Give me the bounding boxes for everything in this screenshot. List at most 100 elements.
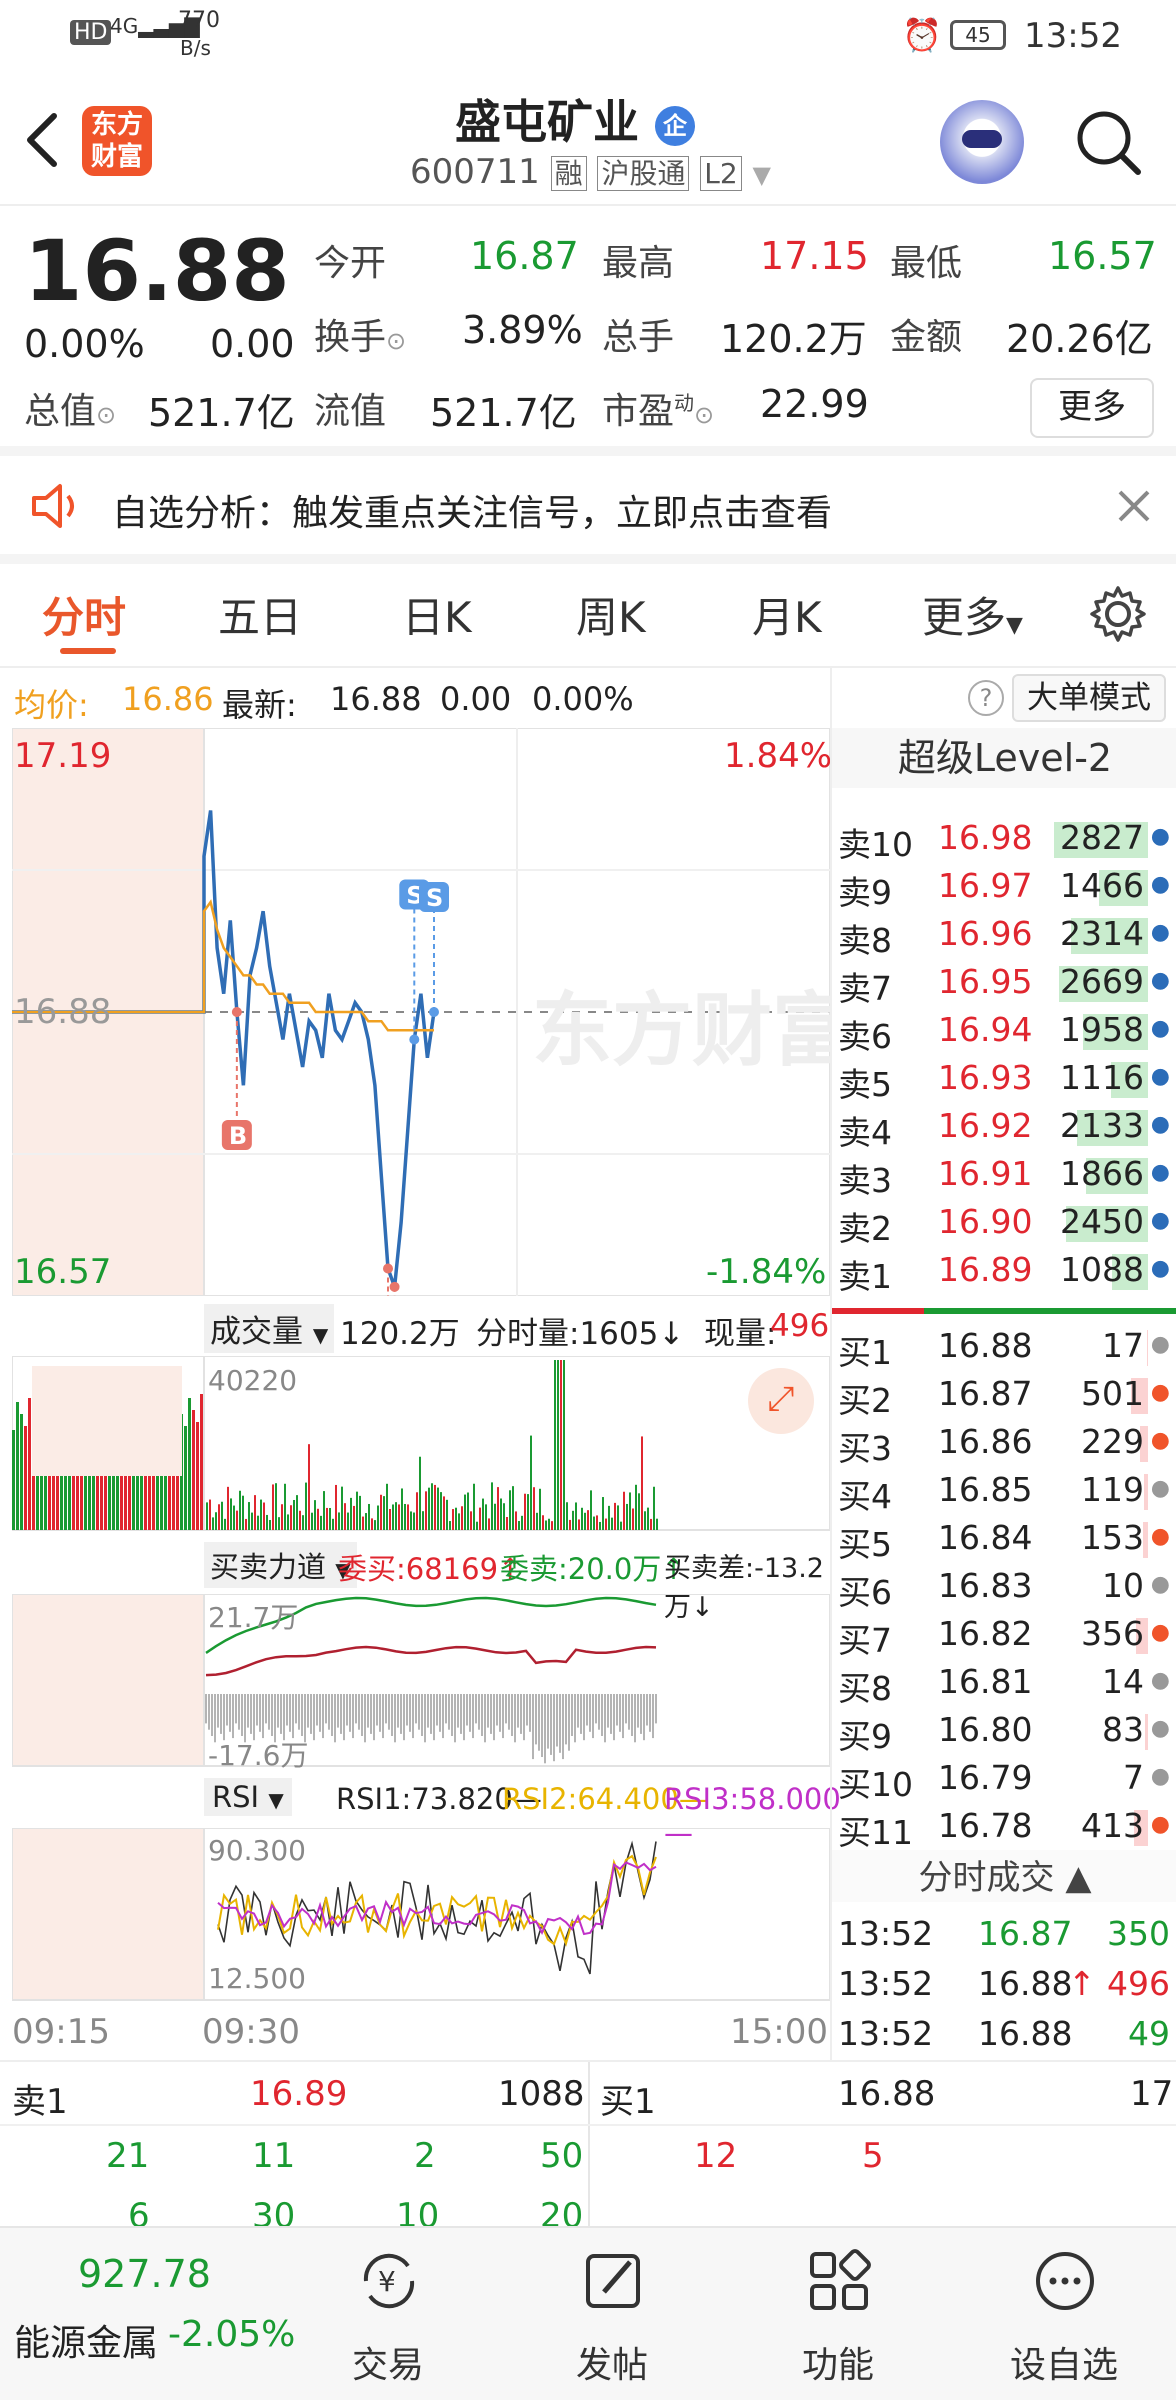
volume-chart[interactable] [12,1356,832,1532]
volume-bar [551,1521,553,1530]
trade-row: 13:52 16.88 49 [832,2010,1176,2058]
dot-icon: ● [1150,1476,1170,1501]
volume-bar [12,1430,15,1530]
bid-row[interactable]: 买9 16.80 83 ● [832,1706,1176,1756]
bid-row[interactable]: 买4 16.85 119 ● [832,1466,1176,1516]
settings-gear-icon[interactable] [1088,584,1148,644]
volume-bar [650,1518,652,1530]
tab-daily-k[interactable]: 日K [402,584,472,645]
stock-header: 东方 财富 盛屯矿业 企 600711 融 沪股通 L2 ▼ [0,72,1176,206]
tab-intraday[interactable]: 分时 [42,584,126,645]
level2-title[interactable]: 超级Level-2 [832,728,1176,788]
network-type-badge: HD [70,20,112,45]
bid-row[interactable]: 买7 16.82 356 ● [832,1610,1176,1660]
robot-assistant-icon[interactable] [940,100,1024,184]
volume-bar [536,1512,538,1530]
tab-five-day[interactable]: 五日 [218,584,302,645]
bid-row[interactable]: 买5 16.84 153 ● [832,1514,1176,1564]
app-logo: 东方 财富 [82,106,152,176]
low-value: 16.57 [1048,234,1157,278]
ask-row[interactable]: 卖10 16.98 2827 ● [832,814,1176,864]
ask-row[interactable]: 卖3 16.91 1866 ● [832,1150,1176,1200]
volume-bar [389,1509,391,1530]
trade-time: 13:52 [838,2014,934,2053]
back-icon[interactable] [22,110,62,170]
bid-volume: 413 [1081,1806,1144,1845]
stock-code: 600711 [410,152,540,192]
open-label: 今开 [314,243,387,284]
volume-bar [395,1502,397,1530]
tab-more[interactable]: 更多▼ [922,584,1023,645]
bid-row[interactable]: 买2 16.87 501 ● [832,1370,1176,1420]
volume-bar [500,1498,502,1530]
info-icon[interactable]: ⊙ [386,327,406,355]
ask-label: 卖10 [838,825,913,864]
ask-label: 卖2 [838,1209,892,1248]
ask-row[interactable]: 卖9 16.97 1466 ● [832,862,1176,912]
nav-trade[interactable]: ¥ 交易 [288,2228,488,2402]
force-selector[interactable]: 买卖力道 ▼ [204,1542,357,1588]
volume-bar [196,1422,199,1530]
close-icon[interactable] [1116,488,1152,524]
enterprise-badge: 企 [655,105,695,146]
ask-price: 16.93 [938,1058,1033,1097]
volume-total: 120.2万 [340,1316,460,1352]
info-icon[interactable]: ⊙ [694,401,714,429]
force-chart[interactable] [12,1594,832,1768]
stock-name: 盛屯矿业 [454,95,639,149]
ask-row[interactable]: 卖2 16.90 2450 ● [832,1198,1176,1248]
search-icon[interactable] [1072,106,1144,178]
nav-functions[interactable]: 功能 [738,2228,938,2402]
expand-icon[interactable]: ⤢ [748,1368,814,1434]
bid-row[interactable]: 买8 16.81 14 ● [832,1658,1176,1708]
ask-row[interactable]: 卖7 16.95 2669 ● [832,958,1176,1008]
nav-add-watchlist[interactable]: 设自选 [964,2228,1164,2402]
tab-monthly-k[interactable]: 月K [752,584,822,645]
price-chart[interactable]: 东方财富 BBBSS [12,728,832,1296]
volume-bar [24,1426,27,1530]
nav-post[interactable]: 发帖 [512,2228,712,2402]
rsi-selector[interactable]: RSI ▼ [204,1778,292,1816]
volume-bar [323,1491,325,1530]
bid-volume: 119 [1081,1470,1144,1509]
index-change: -2.05% [168,2314,296,2355]
volume-bar [452,1509,454,1530]
ask-row[interactable]: 卖6 16.94 1958 ● [832,1006,1176,1056]
dot-icon: ● [1150,1112,1170,1137]
volume-bar [641,1436,643,1530]
time-axis-start: 09:15 [12,2012,110,2052]
trade-row: 13:52 16.88 ↑ 496 [832,1960,1176,2008]
tab-weekly-k[interactable]: 周K [576,584,646,645]
bid-label: 买11 [838,1813,913,1852]
dropdown-icon[interactable]: ▼ [753,161,771,189]
ask-row[interactable]: 卖4 16.92 2133 ● [832,1102,1176,1152]
queue-sell-label: 卖1 [12,2082,68,2122]
volume-bar [392,1504,394,1530]
trades-title[interactable]: 分时成交 ▲ [832,1850,1176,1902]
volume-bar [425,1491,427,1530]
volume-bar [296,1495,298,1530]
more-button[interactable]: 更多 [1030,378,1154,438]
intraday-chart-area: 东方财富 BBBSS 17.19 16.88 16.57 1.84% -1.84… [0,728,841,2058]
volume-bar [461,1506,463,1530]
bid-volume: 501 [1081,1374,1144,1413]
info-icon[interactable]: ⊙ [96,401,116,429]
volume-bar [518,1521,520,1530]
notice-banner[interactable]: 自选分析：触发重点关注信号，立即点击查看 [0,456,1176,564]
bid-row[interactable]: 买6 16.83 10 ● [832,1562,1176,1612]
nav-functions-label: 功能 [801,2345,874,2386]
volume-bar [371,1518,373,1530]
bid-row[interactable]: 买1 16.88 17 ● [832,1322,1176,1372]
ask-row[interactable]: 卖8 16.96 2314 ● [832,910,1176,960]
marker-dot [383,1263,393,1274]
ask-volume: 2827 [1060,818,1144,857]
volume-selector[interactable]: 成交量 ▼ [204,1304,335,1353]
bid-row[interactable]: 买10 16.79 7 ● [832,1754,1176,1804]
minute-volume: 分时量:1605↓ [476,1316,685,1352]
bid-row[interactable]: 买3 16.86 229 ● [832,1418,1176,1468]
ask-row[interactable]: 卖1 16.89 1088 ● [832,1246,1176,1296]
rsi-chart[interactable] [12,1828,832,2002]
volume-bar [575,1502,577,1530]
bid-row[interactable]: 买11 16.78 413 ● [832,1802,1176,1852]
ask-row[interactable]: 卖5 16.93 1116 ● [832,1054,1176,1104]
